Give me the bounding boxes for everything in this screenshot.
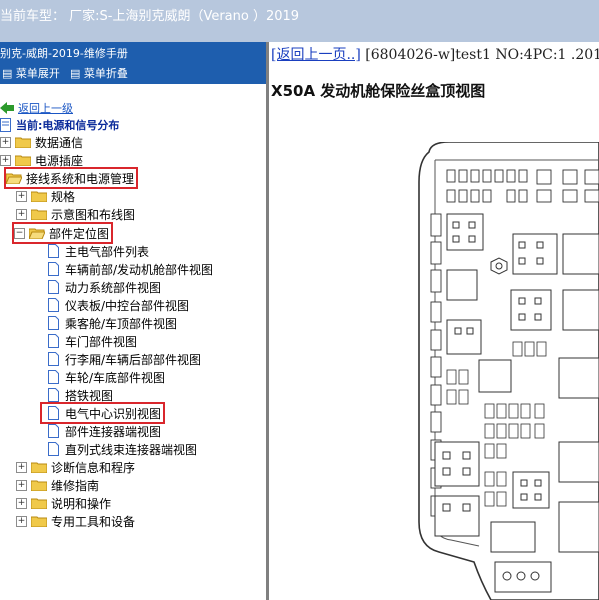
tree-doc-door-view[interactable]: 车门部件视图	[48, 332, 137, 350]
tree-doc-front-engine-view[interactable]: 车辆前部/发动机舱部件视图	[48, 260, 213, 278]
tree-doc-dashboard-view[interactable]: 仪表板/中控台部件视图	[48, 296, 189, 314]
tree-item-wiring-power-management[interactable]: 接线系统和电源管理	[3, 167, 139, 189]
collapse-minus-icon[interactable]: −	[14, 227, 25, 239]
expand-plus-icon[interactable]: +	[16, 515, 27, 527]
document-icon	[48, 424, 59, 438]
open-folder-icon	[6, 173, 22, 184]
back-link[interactable]: 返回上一级	[0, 99, 73, 117]
folder-icon	[31, 462, 47, 473]
folder-icon	[15, 137, 31, 148]
tree-item-specifications[interactable]: + 规格	[16, 187, 75, 205]
tree-item-power-outlets[interactable]: + 电源插座	[0, 151, 83, 169]
expand-plus-icon[interactable]: +	[16, 190, 27, 202]
folder-icon	[31, 498, 47, 509]
tree-doc-powertrain-view[interactable]: 动力系统部件视图	[48, 278, 161, 296]
expand-plus-icon[interactable]: +	[16, 461, 27, 473]
tree-doc-main-electrical-list[interactable]: 主电气部件列表	[48, 242, 149, 260]
page-title: X50A 发动机舱保险丝盒顶视图	[271, 82, 486, 100]
back-page-link[interactable]: [返回上一页..]	[271, 47, 361, 63]
folder-icon	[31, 516, 47, 527]
document-icon	[48, 442, 59, 456]
document-icon	[48, 388, 59, 402]
folder-icon	[31, 191, 47, 202]
tree-doc-wheel-underbody-view[interactable]: 车轮/车底部件视图	[48, 368, 165, 386]
tree-item-schematics[interactable]: + 示意图和布线图	[16, 205, 135, 223]
tree-item-instructions[interactable]: + 说明和操作	[16, 494, 111, 512]
document-icon	[48, 280, 59, 294]
document-icon	[0, 118, 11, 132]
document-icon	[48, 406, 59, 420]
expand-plus-icon[interactable]: +	[0, 154, 11, 166]
menu-expand-button[interactable]: ▤ 菜单展开	[2, 65, 60, 81]
expand-plus-icon[interactable]: +	[16, 208, 27, 220]
tree-item-component-locator[interactable]: − 部件定位图	[11, 222, 114, 244]
tree-doc-trunk-rear-view[interactable]: 行李厢/车辆后部部件视图	[48, 350, 201, 368]
folder-icon	[31, 209, 47, 220]
tree-item-repair-guide[interactable]: + 维修指南	[16, 476, 99, 494]
document-icon	[48, 370, 59, 384]
tree-doc-electrical-center-view[interactable]: 电气中心识别视图	[39, 402, 166, 424]
window-title: 当前车型： 厂家:S-上海别克威朗（Verano ）2019	[0, 9, 300, 24]
open-folder-icon	[29, 228, 45, 239]
document-icon	[48, 316, 59, 330]
list-icon: ▤	[70, 67, 81, 80]
current-location: 当前:电源和信号分布	[0, 116, 119, 134]
content-breadcrumb: [返回上一页..] [6804026-w]test1 NO:4PC:1 .201…	[271, 44, 599, 64]
manual-header: 别克-威朗-2019-维修手册 ▤ 菜单展开 ▤ 菜单折叠	[0, 42, 266, 84]
expand-plus-icon[interactable]: +	[16, 497, 27, 509]
tree-doc-inline-harness-view[interactable]: 直列式线束连接器端视图	[48, 440, 197, 458]
expand-plus-icon[interactable]: +	[0, 136, 11, 148]
tree-doc-ground-view[interactable]: 搭铁视图	[48, 386, 113, 404]
document-icon	[48, 352, 59, 366]
navigation-pane: 别克-威朗-2019-维修手册 ▤ 菜单展开 ▤ 菜单折叠 返回上一级 当前:电…	[0, 42, 266, 600]
manual-title: 别克-威朗-2019-维修手册	[0, 47, 128, 60]
folder-icon	[31, 480, 47, 491]
doc-reference: [6804026-w]test1 NO:4PC:1 .2016	[365, 47, 599, 63]
document-icon	[48, 244, 59, 258]
document-icon	[48, 298, 59, 312]
tree-item-diagnostics[interactable]: + 诊断信息和程序	[16, 458, 135, 476]
document-icon	[48, 334, 59, 348]
expand-plus-icon[interactable]: +	[16, 479, 27, 491]
tree-doc-component-connector-view[interactable]: 部件连接器端视图	[48, 422, 161, 440]
tree-item-special-tools[interactable]: + 专用工具和设备	[16, 512, 135, 530]
window-title-bar: 当前车型： 厂家:S-上海别克威朗（Verano ）2019	[0, 0, 599, 42]
list-icon: ▤	[2, 67, 13, 80]
fuse-box-diagram	[418, 142, 599, 600]
document-icon	[48, 262, 59, 276]
back-arrow-icon	[0, 102, 14, 114]
bolt-stud-icon	[490, 257, 508, 275]
folder-icon	[15, 155, 31, 166]
tree-doc-cabin-roof-view[interactable]: 乘客舱/车顶部件视图	[48, 314, 177, 332]
tree-item-data-communication[interactable]: + 数据通信	[0, 133, 83, 151]
content-pane: [返回上一页..] [6804026-w]test1 NO:4PC:1 .201…	[269, 42, 599, 600]
menu-collapse-button[interactable]: ▤ 菜单折叠	[70, 65, 128, 81]
